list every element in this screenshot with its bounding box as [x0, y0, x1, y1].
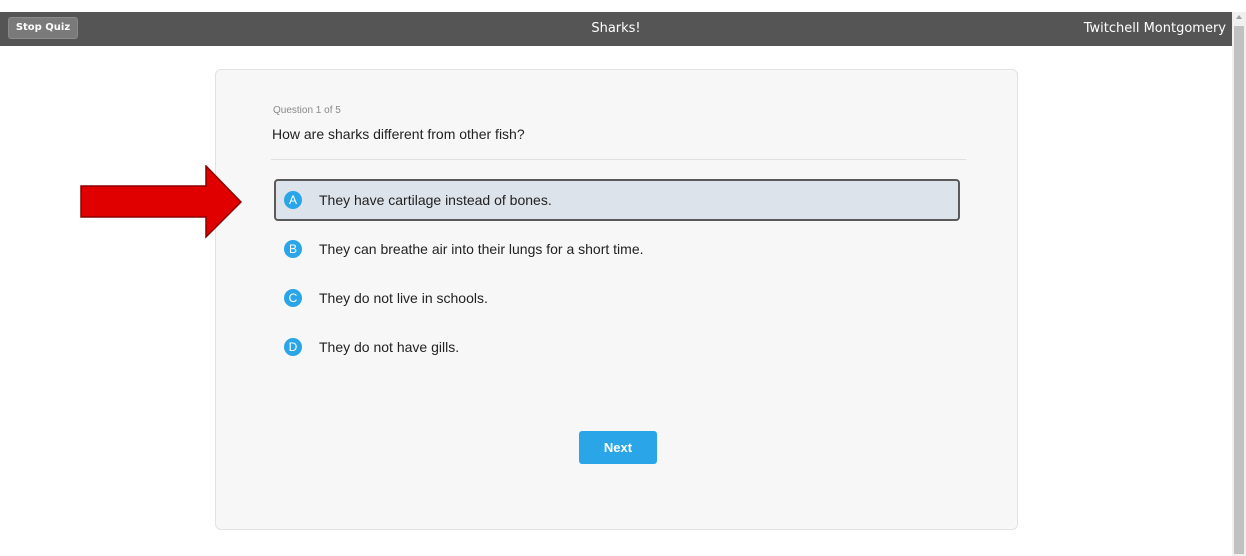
- scroll-up-arrow-icon[interactable]: [1236, 15, 1242, 19]
- red-arrow-icon: [80, 165, 242, 239]
- option-text: They do not have gills.: [319, 339, 460, 355]
- option-letter-b-icon: B: [284, 240, 302, 258]
- red-arrow-shape: [80, 165, 242, 239]
- answer-option-b[interactable]: B They can breathe air into their lungs …: [274, 228, 960, 270]
- vertical-scrollbar[interactable]: [1232, 12, 1246, 556]
- question-card: Question 1 of 5 How are sharks different…: [215, 69, 1018, 530]
- quiz-topbar: Stop Quiz Sharks! Twitchell Montgomery: [0, 12, 1232, 46]
- divider: [271, 159, 966, 160]
- user-name: Twitchell Montgomery: [1083, 21, 1226, 36]
- question-text: How are sharks different from other fish…: [272, 126, 525, 142]
- answer-option-c[interactable]: C They do not live in schools.: [274, 277, 960, 319]
- question-counter: Question 1 of 5: [273, 105, 341, 116]
- option-text: They can breathe air into their lungs fo…: [319, 241, 644, 257]
- option-letter-c-icon: C: [284, 289, 302, 307]
- answer-option-a[interactable]: A They have cartilage instead of bones.: [274, 179, 960, 221]
- quiz-title: Sharks!: [591, 21, 641, 36]
- scrollbar-thumb[interactable]: [1234, 26, 1244, 554]
- next-button[interactable]: Next: [579, 431, 657, 464]
- option-letter-a-icon: A: [284, 191, 302, 209]
- option-letter-d-icon: D: [284, 338, 302, 356]
- option-text: They have cartilage instead of bones.: [319, 192, 552, 208]
- option-text: They do not live in schools.: [319, 290, 488, 306]
- answer-option-d[interactable]: D They do not have gills.: [274, 326, 960, 368]
- window-top-strip: [0, 0, 1246, 12]
